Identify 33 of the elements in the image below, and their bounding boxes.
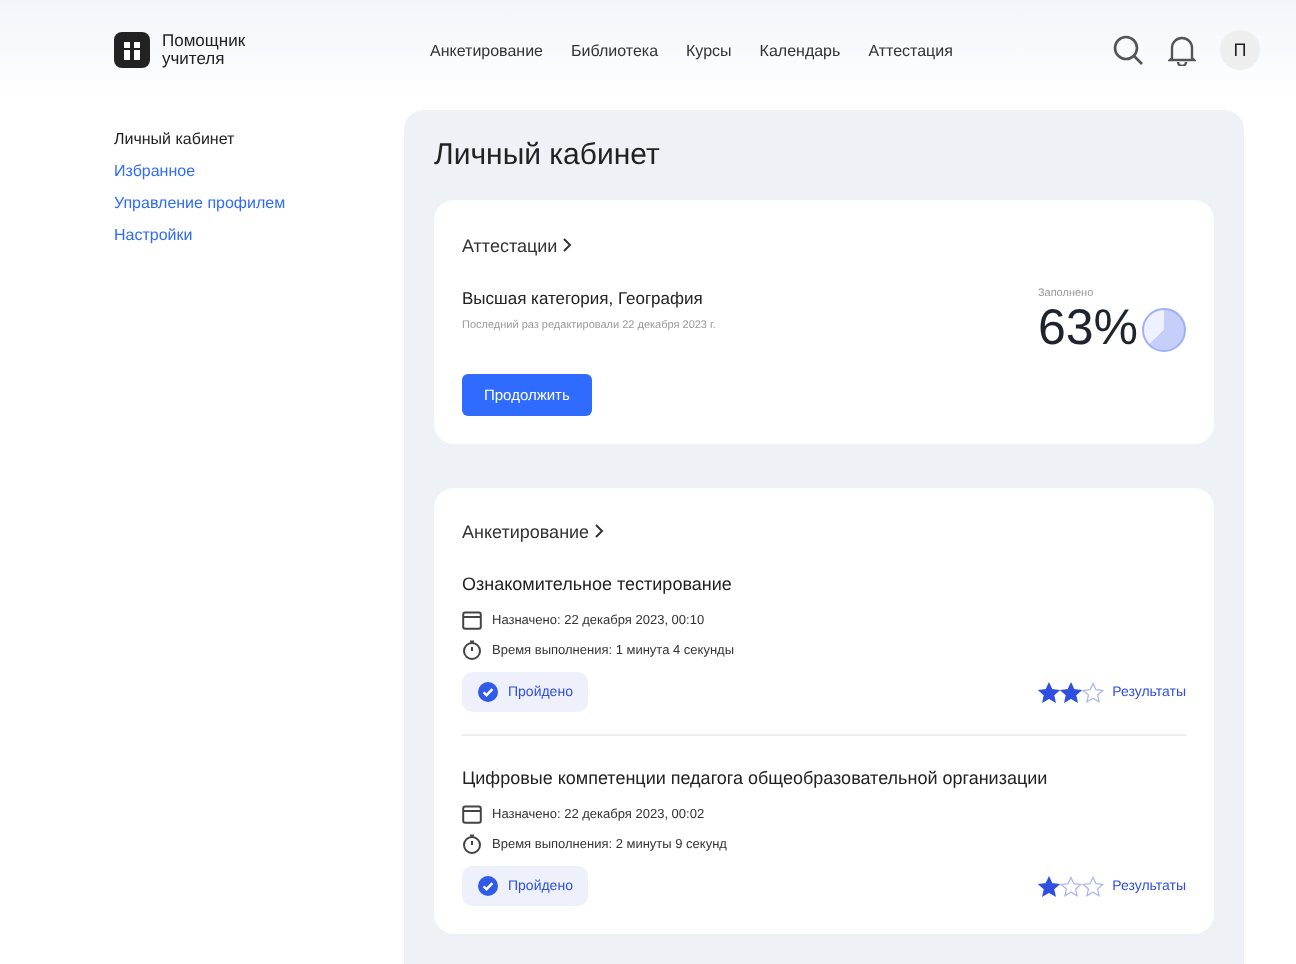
nav-link[interactable]: Календарь [759,41,841,59]
card-heading-link[interactable]: Аттестации [462,236,573,256]
chevron-right-icon [594,524,605,538]
filled-star-icon [1060,681,1083,703]
sidebar-item[interactable]: Настройки [114,226,404,244]
avatar[interactable]: П [1220,30,1260,70]
sidebar-item[interactable]: Избранное [114,162,404,180]
logo-text: Помощник учителя [162,32,248,68]
test-title: Ознакомительное тестирование [462,574,734,594]
stopwatch-icon [462,640,482,660]
test-title: Цифровые компетенции педагога общеобразовательной организации [462,768,1050,788]
search-icon[interactable] [1112,34,1144,66]
check-badge-icon [478,876,498,896]
page-title: Личный кабинет [434,138,662,172]
card-heading-link[interactable]: Анкетирование [462,522,605,542]
filled-star-icon [1038,875,1061,897]
attestation-title: Высшая категория, География [462,288,705,308]
nav-link[interactable]: Курсы [686,41,732,59]
calendar-icon [462,610,482,630]
nav-link[interactable]: Анкетирование [430,41,544,59]
filled-star-icon [1038,681,1061,703]
progress-percent: 63% [1037,300,1138,358]
progress-pie [1142,307,1186,351]
nav-link[interactable]: Аттестация [868,41,953,59]
stopwatch-icon [462,834,482,854]
sidebar-item[interactable]: Управление профилем [114,194,404,212]
chevron-right-icon [562,238,573,252]
calendar-icon [462,804,482,824]
bell-icon[interactable] [1168,34,1196,66]
nav-link[interactable]: Библиотека [571,41,659,59]
logo-icon [114,32,150,68]
check-badge-icon [478,682,498,702]
sidebar-item[interactable]: Личный кабинет [114,130,404,148]
